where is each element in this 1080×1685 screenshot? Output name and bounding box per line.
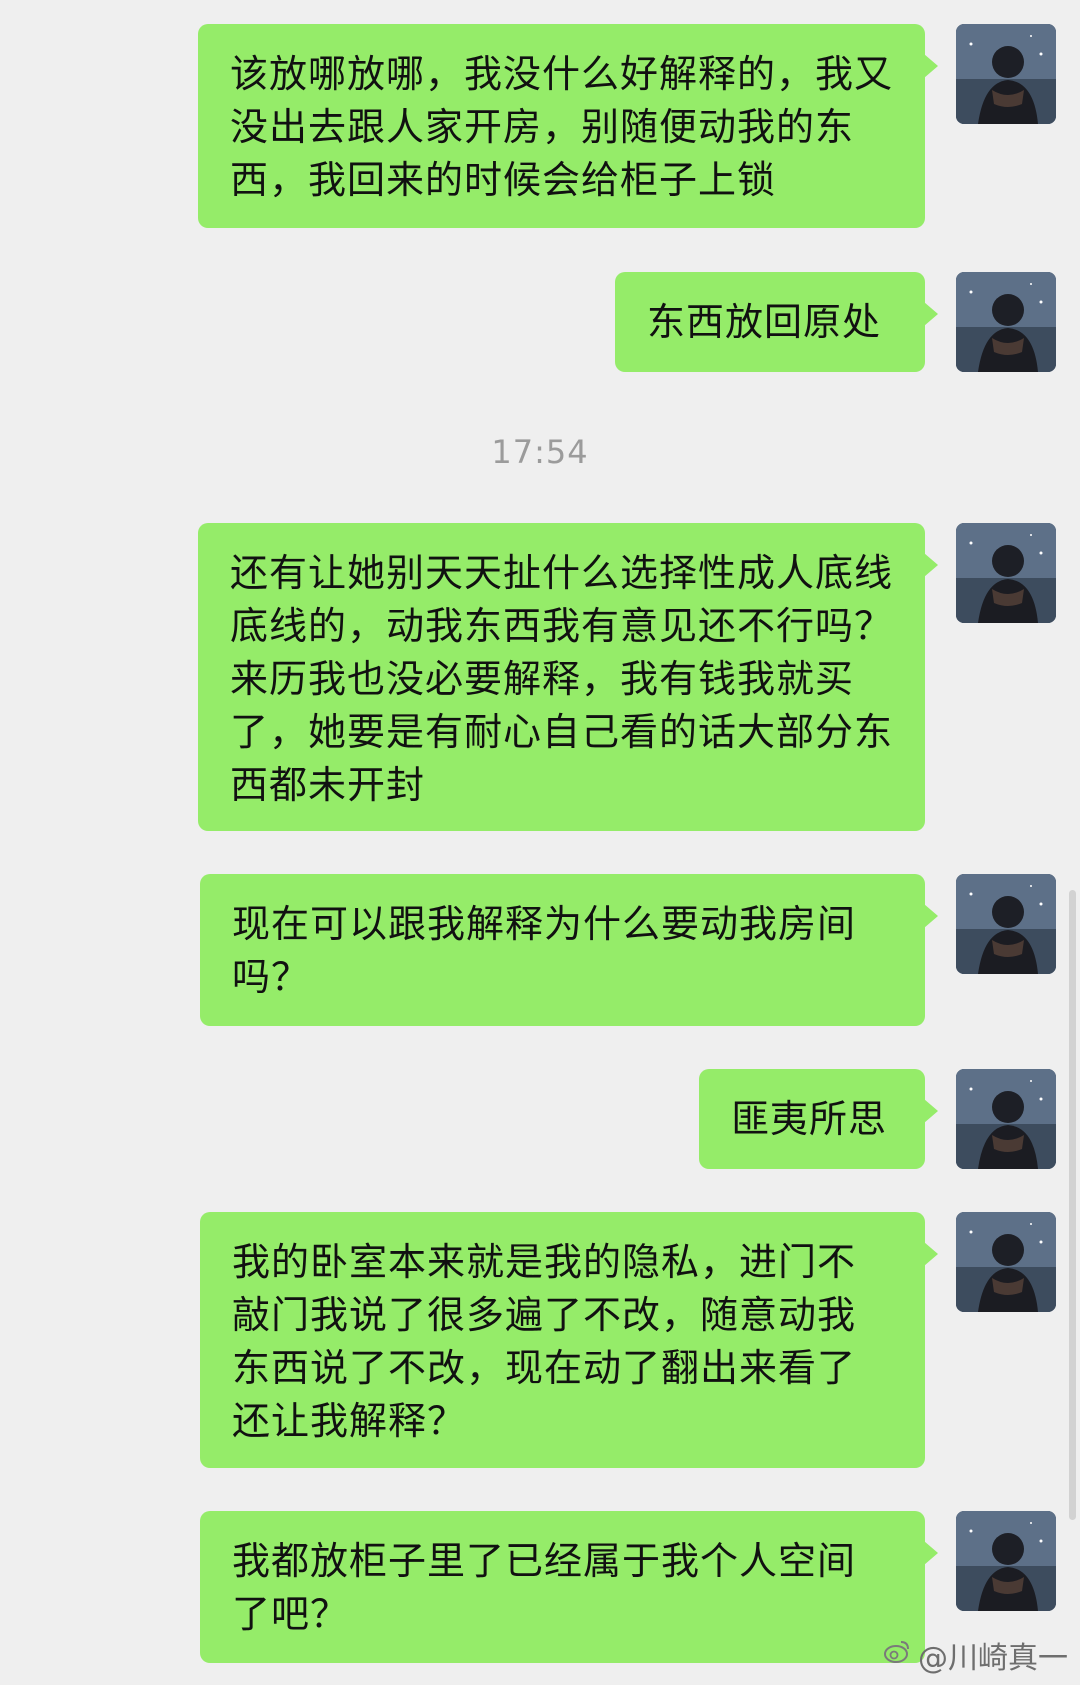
message-bubble[interactable]: 还有让她别天天扯什么选择性成人底线底线的，动我东西我有意见还不行吗？来历我也没必…: [198, 523, 938, 831]
message-bubble[interactable]: 东西放回原处: [615, 272, 938, 372]
avatar-image: [956, 24, 1056, 124]
message-timestamp: 17:54: [491, 433, 589, 471]
chat-area[interactable]: 该放哪放哪，我没什么好解释的，我又没出去跟人家开房，别随便动我的东西，我回来的时…: [0, 0, 1080, 1685]
avatar[interactable]: [956, 272, 1056, 372]
avatar-image: [956, 1511, 1056, 1611]
message-bubble[interactable]: 该放哪放哪，我没什么好解释的，我又没出去跟人家开房，别随便动我的东西，我回来的时…: [198, 24, 938, 228]
avatar[interactable]: [956, 874, 1056, 974]
avatar-image: [956, 1212, 1056, 1312]
avatar-image: [956, 874, 1056, 974]
scrollbar[interactable]: [1069, 0, 1078, 1685]
message-bubble[interactable]: 匪夷所思: [699, 1069, 938, 1169]
avatar[interactable]: [956, 523, 1056, 623]
avatar[interactable]: [956, 24, 1056, 124]
avatar-image: [956, 523, 1056, 623]
avatar-image: [956, 1069, 1056, 1169]
scrollbar-thumb[interactable]: [1069, 890, 1076, 1520]
avatar[interactable]: [956, 1212, 1056, 1312]
avatar[interactable]: [956, 1511, 1056, 1611]
avatar-image: [956, 272, 1056, 372]
message-bubble[interactable]: 我的卧室本来就是我的隐私，进门不敲门我说了很多遍了不改，随意动我东西说了不改，现…: [200, 1212, 938, 1468]
message-bubble[interactable]: 现在可以跟我解释为什么要动我房间吗？: [200, 874, 938, 1026]
avatar[interactable]: [956, 1069, 1056, 1169]
watermark: @川崎真一: [882, 1633, 1068, 1677]
weibo-icon: [882, 1636, 912, 1674]
watermark-text: @川崎真一: [918, 1641, 1068, 1676]
message-bubble[interactable]: 我都放柜子里了已经属于我个人空间了吧？: [200, 1511, 938, 1663]
